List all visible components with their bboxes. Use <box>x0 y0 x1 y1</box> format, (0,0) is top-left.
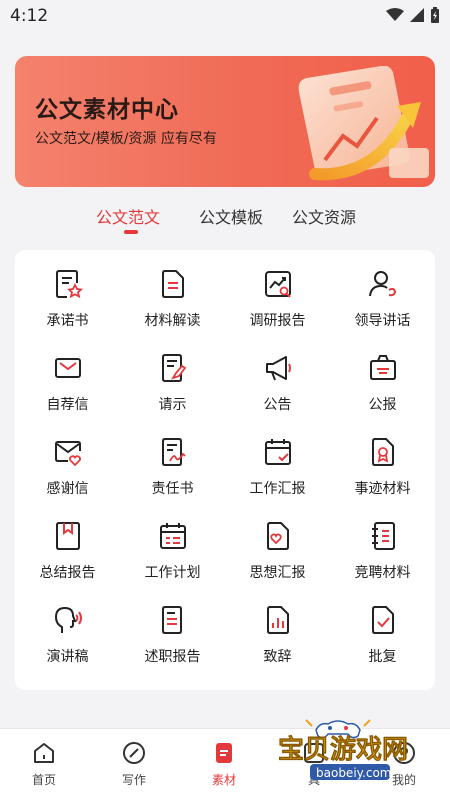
grid-item-label: 总结报告 <box>39 565 96 581</box>
grid-item-label: 公告 <box>263 397 292 413</box>
status-time: 4:12 <box>10 6 49 26</box>
banner-title: 公文素材中心 <box>35 97 179 123</box>
active-tab-indicator <box>124 230 138 234</box>
heart-envelope-icon <box>54 441 81 467</box>
grid-item-summary-report[interactable]: 总结报告 <box>15 520 120 604</box>
profile-icon <box>393 742 415 764</box>
nav-material[interactable]: 素材 <box>194 741 254 788</box>
grid-item-label: 批复 <box>368 649 397 665</box>
tools-icon <box>304 743 324 763</box>
grid-item-label: 自荐信 <box>46 397 89 413</box>
grid-item-label: 演讲稿 <box>46 649 89 665</box>
battery-icon <box>431 7 439 23</box>
grid-item-label: 事迹材料 <box>354 481 411 497</box>
grid-item-label: 调研报告 <box>249 313 306 329</box>
doc-pen-icon <box>161 354 186 382</box>
wifi-icon <box>386 8 404 21</box>
doc-sign-icon <box>161 438 186 466</box>
nav-write-label: 写作 <box>121 773 146 787</box>
grid-item-label: 工作汇报 <box>249 481 306 497</box>
grid-item-responsibility-letter[interactable]: 责任书 <box>120 436 225 520</box>
grid-item-label: 述职报告 <box>144 649 201 665</box>
grid-item-self-recommendation[interactable]: 自荐信 <box>15 352 120 436</box>
signal-icon <box>410 8 424 22</box>
bookmark-book-icon <box>55 522 80 550</box>
bottom-navigation: 首页 写作 素材 具 我的 <box>0 728 450 801</box>
grid-item-request[interactable]: 请示 <box>120 352 225 436</box>
grid-item-official-reply[interactable]: 批复 <box>330 604 435 688</box>
nav-profile-label: 我的 <box>391 773 416 787</box>
nav-write[interactable]: 写作 <box>104 741 164 788</box>
grid-item-label: 领导讲话 <box>354 313 411 329</box>
category-grid: 承诺书 材料解读 调研报告 领导讲话 自荐信 请示 公告 公报 感谢信 责任书 … <box>15 250 435 688</box>
calendar-icon <box>159 523 186 549</box>
person-speech-icon <box>368 271 396 297</box>
grid-item-label: 思想汇报 <box>249 565 306 581</box>
doc-star-icon <box>55 270 83 299</box>
chart-search-icon <box>264 271 291 298</box>
grid-item-label: 感谢信 <box>46 481 89 497</box>
grid-item-label: 责任书 <box>151 481 194 497</box>
hero-banner[interactable]: 公文素材中心 公文范文/模板/资源 应有尽有 <box>15 56 435 187</box>
doc-lines-icon <box>161 270 184 298</box>
grid-item-work-plan[interactable]: 工作计划 <box>120 520 225 604</box>
grid-item-label: 承诺书 <box>46 313 89 329</box>
nav-tools-label: 具 <box>307 773 320 787</box>
doc-report-icon <box>161 606 182 634</box>
nav-home[interactable]: 首页 <box>14 741 74 788</box>
megaphone-icon <box>265 356 291 381</box>
grid-item-label: 竞聘材料 <box>354 565 411 581</box>
grid-item-speech-draft[interactable]: 演讲稿 <box>15 604 120 688</box>
grid-item-thought-report[interactable]: 思想汇报 <box>225 520 330 604</box>
grid-item-label: 致辞 <box>263 649 292 665</box>
heart-doc-icon <box>266 522 289 550</box>
home-icon <box>34 743 54 763</box>
grid-item-material-interpretation[interactable]: 材料解读 <box>120 268 225 352</box>
grid-item-communique[interactable]: 公报 <box>330 352 435 436</box>
grid-item-deeds-material[interactable]: 事迹材料 <box>330 436 435 520</box>
grid-item-label: 请示 <box>158 397 187 413</box>
grid-item-research-report[interactable]: 调研报告 <box>225 268 330 352</box>
grid-item-debriefing-report[interactable]: 述职报告 <box>120 604 225 688</box>
grid-item-commitment[interactable]: 承诺书 <box>15 268 120 352</box>
doc-award-icon <box>371 438 394 466</box>
voice-head-icon <box>54 606 82 633</box>
grid-item-label: 公报 <box>368 397 397 413</box>
nav-home-label: 首页 <box>31 773 56 787</box>
grid-item-label: 工作计划 <box>144 565 201 581</box>
grid-item-label: 材料解读 <box>144 313 201 329</box>
calendar-check-icon <box>264 439 291 465</box>
category-grid-card: 承诺书 材料解读 调研报告 领导讲话 自荐信 请示 公告 公报 感谢信 责任书 … <box>15 250 435 690</box>
grid-item-announcement[interactable]: 公告 <box>225 352 330 436</box>
notebook-icon <box>371 522 395 550</box>
compass-icon <box>123 742 145 764</box>
nav-material-label: 素材 <box>211 773 236 787</box>
doc-chart-icon <box>266 606 289 634</box>
nav-tools[interactable]: 具 <box>284 741 344 788</box>
doc-check-icon <box>371 606 394 634</box>
category-tabs: 公文范文 公文模板 公文资源 <box>0 204 450 238</box>
tab-official-resources[interactable]: 公文资源 <box>292 204 356 228</box>
tab-official-samples[interactable]: 公文范文 <box>96 204 160 228</box>
grid-item-leader-speech[interactable]: 领导讲话 <box>330 268 435 352</box>
status-bar: 4:12 <box>0 0 450 32</box>
document-growth-illustration <box>298 66 429 181</box>
tab-official-templates[interactable]: 公文模板 <box>199 204 263 228</box>
grid-item-thank-you-letter[interactable]: 感谢信 <box>15 436 120 520</box>
banner-subtitle: 公文范文/模板/资源 应有尽有 <box>35 131 217 147</box>
grid-item-competition-material[interactable]: 竞聘材料 <box>330 520 435 604</box>
nav-profile[interactable]: 我的 <box>374 741 434 788</box>
grid-item-work-report[interactable]: 工作汇报 <box>225 436 330 520</box>
bag-icon <box>369 355 396 380</box>
grid-item-address[interactable]: 致辞 <box>225 604 330 688</box>
envelope-icon <box>54 358 81 378</box>
material-icon <box>216 743 232 763</box>
